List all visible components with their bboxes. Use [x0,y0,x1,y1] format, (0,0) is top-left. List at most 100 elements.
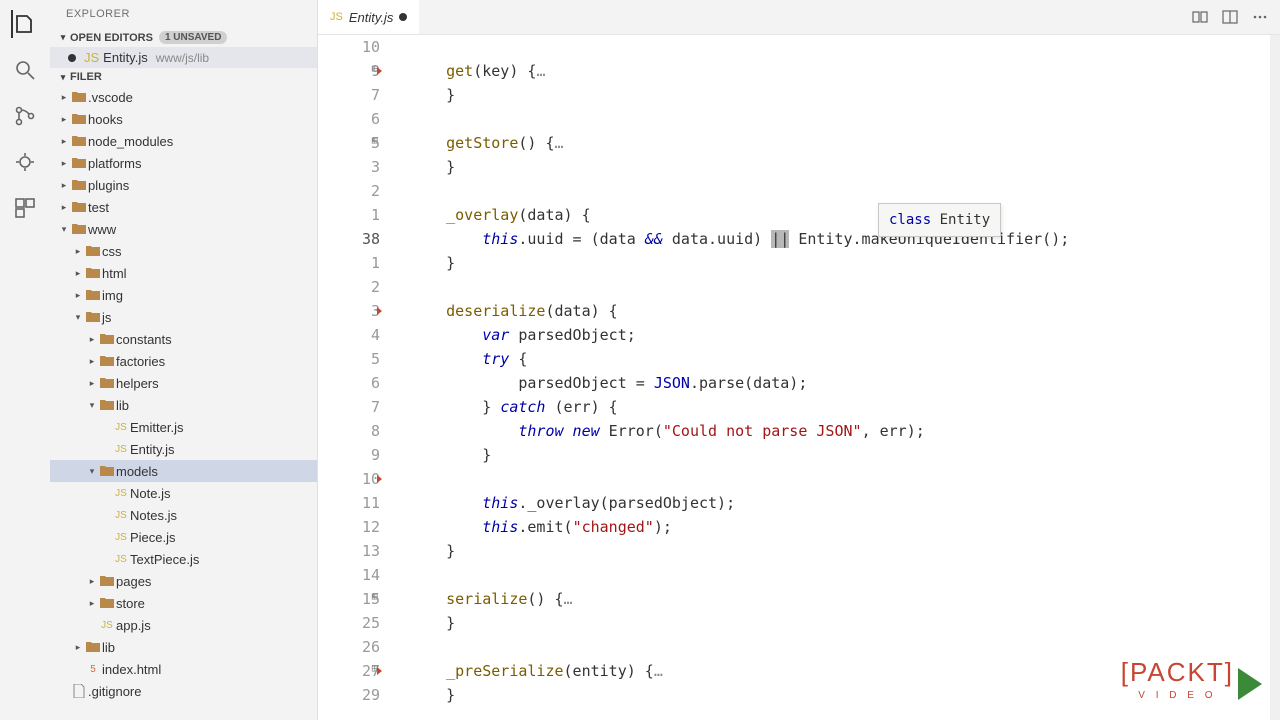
file-item[interactable]: JSapp.js [50,614,317,636]
code-line[interactable]: } [410,251,1270,275]
tree-item-label: html [102,266,127,281]
search-icon[interactable] [11,56,39,84]
folder-item[interactable]: ▸node_modules [50,130,317,152]
code-line[interactable]: _overlay(data) { [410,203,1270,227]
line-number: 27⊞ [318,659,380,683]
compare-icon[interactable] [1192,9,1208,25]
chevron-icon: ▸ [86,598,98,609]
folder-icon [98,331,116,347]
code-line[interactable] [410,467,1270,491]
code-line[interactable] [410,35,1270,59]
file-item[interactable]: JSPiece.js [50,526,317,548]
file-item[interactable]: .gitignore [50,680,317,702]
line-number: 13 [318,539,380,563]
code-area[interactable]: 109⊞765⊞32138123456789101112131415⊞25262… [318,35,1280,720]
split-icon[interactable] [1222,9,1238,25]
folder-item[interactable]: ▸helpers [50,372,317,394]
code-line[interactable]: get(key) {… [410,59,1270,83]
project-header[interactable]: ▾ FILER [50,68,317,86]
code-line[interactable]: parsedObject = JSON.parse(data); [410,371,1270,395]
code-line[interactable]: } [410,539,1270,563]
folder-icon [98,375,116,391]
folder-item[interactable]: ▸.vscode [50,86,317,108]
source-control-icon[interactable] [11,102,39,130]
folder-item[interactable]: ▾www [50,218,317,240]
line-number: 1 [318,251,380,275]
code-line[interactable] [410,107,1270,131]
folder-item[interactable]: ▸img [50,284,317,306]
code-line[interactable] [410,563,1270,587]
extensions-icon[interactable] [11,194,39,222]
folder-item[interactable]: ▸css [50,240,317,262]
file-item[interactable]: JSNotes.js [50,504,317,526]
debug-icon[interactable] [11,148,39,176]
line-number: 25 [318,611,380,635]
file-item[interactable]: JSEntity.js [50,438,317,460]
tab-entity-js[interactable]: JS Entity.js [318,0,419,34]
folder-item[interactable]: ▸pages [50,570,317,592]
chevron-icon: ▸ [72,246,84,257]
fold-icon[interactable]: ⊞ [368,592,378,602]
folder-icon [70,111,88,127]
file-item[interactable]: 5index.html [50,658,317,680]
code-content[interactable]: get(key) {… } getStore() {… } _overlay(d… [398,35,1270,720]
folder-item[interactable]: ▸ html [50,262,317,284]
line-number: 10 [318,35,380,59]
chevron-icon: ▸ [58,158,70,169]
code-line[interactable]: throw new Error("Could not parse JSON", … [410,419,1270,443]
file-item[interactable]: JSEmitter.js [50,416,317,438]
folder-item[interactable]: ▸store [50,592,317,614]
line-number: 5⊞ [318,131,380,155]
folder-item[interactable]: ▾models [50,460,317,482]
code-line[interactable]: var parsedObject; [410,323,1270,347]
code-line[interactable] [410,275,1270,299]
error-marker-icon [377,475,382,483]
folder-item[interactable]: ▸hooks [50,108,317,130]
line-number: 1 [318,203,380,227]
js-file-icon: JS [84,50,99,65]
fold-icon[interactable]: ⊞ [368,136,378,146]
code-line[interactable]: } [410,443,1270,467]
more-icon[interactable] [1252,9,1268,25]
open-editors-header[interactable]: ▾ OPEN EDITORS 1 UNSAVED [50,28,317,47]
code-line[interactable] [410,635,1270,659]
code-line[interactable]: } catch (err) { [410,395,1270,419]
code-line[interactable]: } [410,611,1270,635]
code-line[interactable]: } [410,83,1270,107]
folder-icon [98,463,116,479]
folder-item[interactable]: ▸plugins [50,174,317,196]
code-line[interactable]: this.uuid = (data && data.uuid) || Entit… [410,227,1270,251]
folder-icon [70,133,88,149]
code-line[interactable]: this.emit("changed"); [410,515,1270,539]
line-number: 3 [318,155,380,179]
line-number: 5 [318,347,380,371]
code-line[interactable]: serialize() {… [410,587,1270,611]
tab-actions [1192,9,1280,25]
file-item[interactable]: JSTextPiece.js [50,548,317,570]
folder-item[interactable]: ▸platforms [50,152,317,174]
code-line[interactable]: try { [410,347,1270,371]
js-file-icon: JS [112,441,130,457]
folder-item[interactable]: ▸constants [50,328,317,350]
explorer-icon[interactable] [11,10,39,38]
folder-item[interactable]: ▸lib [50,636,317,658]
file-icon [70,683,88,699]
open-editor-item[interactable]: JS Entity.js www/js/lib [50,47,317,68]
code-line[interactable]: } [410,155,1270,179]
folder-item[interactable]: ▾js [50,306,317,328]
code-line[interactable]: this._overlay(parsedObject); [410,491,1270,515]
folder-item[interactable]: ▾lib [50,394,317,416]
folder-item[interactable]: ▸test [50,196,317,218]
chevron-icon: ▸ [58,136,70,147]
chevron-icon: ▸ [72,268,84,279]
code-line[interactable]: getStore() {… [410,131,1270,155]
folder-icon [70,89,88,105]
code-line[interactable] [410,179,1270,203]
minimap[interactable] [1270,35,1280,720]
watermark: [PACKT] V I D E O [1121,660,1262,708]
file-item[interactable]: JSNote.js [50,482,317,504]
folder-item[interactable]: ▸factories [50,350,317,372]
folder-icon [84,287,102,303]
code-line[interactable]: deserialize(data) { [410,299,1270,323]
tree-item-label: Note.js [130,486,170,501]
